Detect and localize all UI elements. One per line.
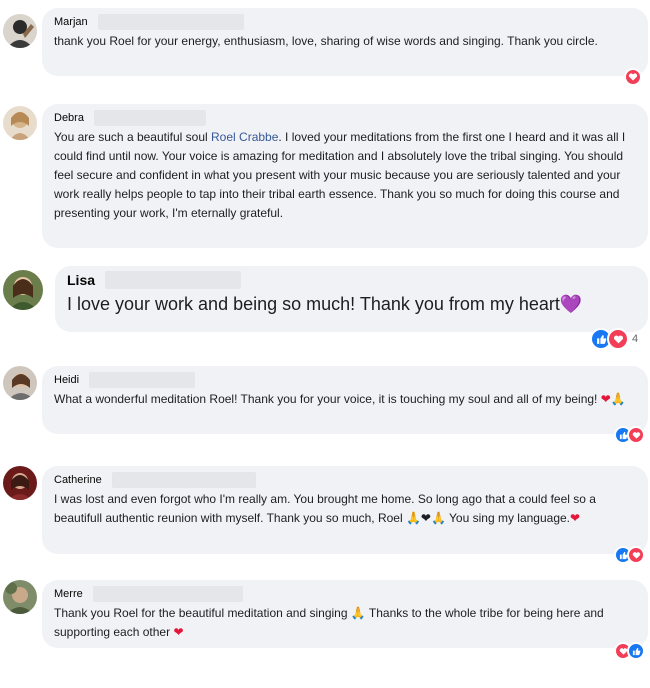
- redacted-surname: [93, 110, 206, 126]
- comment-text: thank you Roel for your energy, enthusia…: [54, 34, 598, 48]
- heart-emoji: ❤: [570, 511, 581, 525]
- comment-bubble: Merre Thank you Roel for the beautiful m…: [42, 580, 648, 648]
- comment-bubble: Heidi What a wonderful meditation Roel! …: [42, 366, 648, 434]
- avatar[interactable]: [3, 466, 37, 500]
- avatar[interactable]: [3, 580, 37, 614]
- comment-text: I love your work and being so much! Than…: [67, 294, 583, 314]
- redacted-surname: [92, 586, 243, 602]
- heart-icon: [627, 426, 645, 444]
- purple-heart-emoji: 💜: [559, 294, 583, 314]
- reactions[interactable]: [614, 426, 645, 444]
- thumbs-up-icon: [627, 642, 645, 660]
- avatar[interactable]: [3, 366, 37, 400]
- author-name[interactable]: Marjan: [54, 16, 88, 28]
- heart-icon: [627, 546, 645, 564]
- avatar[interactable]: [3, 270, 43, 310]
- heart-icon: [607, 328, 629, 350]
- avatar[interactable]: [3, 106, 37, 140]
- comment-bubble: Lisa I love your work and being so much!…: [55, 266, 648, 332]
- comment-bubble: Debra You are such a beautiful soul Roel…: [42, 104, 648, 248]
- mention-link[interactable]: Roel Crabbe: [211, 130, 278, 144]
- redacted-surname: [111, 472, 256, 488]
- author-name[interactable]: Heidi: [54, 374, 79, 386]
- author-name[interactable]: Merre: [54, 588, 83, 600]
- heart-icon: [624, 68, 642, 86]
- comment-text: What a wonderful meditation Roel! Thank …: [54, 392, 626, 406]
- reactions[interactable]: [614, 546, 645, 564]
- comment-text: I was lost and even forgot who I'm reall…: [54, 492, 596, 525]
- comment-bubble: Catherine I was lost and even forgot who…: [42, 466, 648, 554]
- redacted-surname: [89, 372, 196, 388]
- reactions[interactable]: [624, 68, 642, 86]
- heart-emoji: ❤: [173, 625, 184, 639]
- redacted-surname: [105, 271, 242, 289]
- author-name[interactable]: Lisa: [67, 272, 95, 288]
- author-name[interactable]: Debra: [54, 112, 84, 124]
- reactions[interactable]: 4: [590, 328, 638, 350]
- reaction-count: 4: [632, 333, 639, 345]
- comment-text: You are such a beautiful soul Roel Crabb…: [54, 130, 626, 220]
- avatar[interactable]: [3, 14, 37, 48]
- heart-pray-emoji: ❤🙏: [600, 392, 626, 406]
- comment-bubble: Marjan thank you Roel for your energy, e…: [42, 8, 648, 76]
- redacted-surname: [97, 14, 244, 30]
- comment-text: Thank you Roel for the beautiful meditat…: [54, 606, 604, 639]
- reactions[interactable]: [614, 642, 645, 660]
- author-name[interactable]: Catherine: [54, 474, 102, 486]
